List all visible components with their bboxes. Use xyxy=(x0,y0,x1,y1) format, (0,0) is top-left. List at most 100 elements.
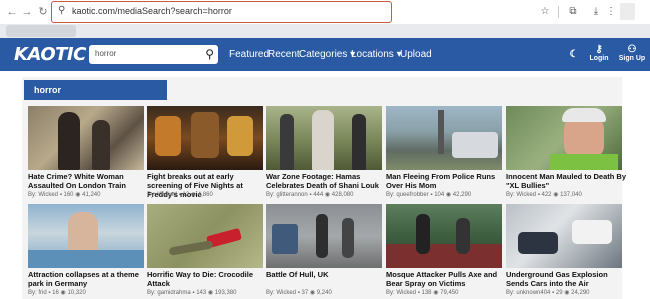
section-header: horror xyxy=(24,80,167,100)
nav-recent[interactable]: Recent xyxy=(268,49,300,60)
site-info-icon[interactable]: ⚲ xyxy=(58,5,65,16)
url-text: kaotic.com/mediaSearch?search=horror xyxy=(72,6,232,16)
add-user-icon: ⚇ xyxy=(627,44,637,55)
video-author[interactable]: glitterannon xyxy=(276,192,307,198)
video-meta: By: Wicked ▪ 37 ◉ 9,240 xyxy=(266,290,332,296)
comment-icon: ▪ xyxy=(552,290,555,296)
video-author[interactable]: unknown404 xyxy=(516,290,550,296)
video-meta: By: glitterannon ▪ 444 ◉ 428,080 xyxy=(266,192,354,198)
comment-count: 104 xyxy=(434,192,445,198)
site-logo[interactable]: KAOTIC xyxy=(14,43,86,66)
search-query: horror xyxy=(95,49,117,58)
view-count: 42,290 xyxy=(452,192,472,198)
video-thumbnail[interactable] xyxy=(266,204,382,268)
video-title[interactable]: Attraction collapses at a theme park in … xyxy=(28,270,148,288)
profile-icon[interactable] xyxy=(620,3,635,20)
views-icon: ◉ xyxy=(433,290,439,296)
comment-count: 29 xyxy=(555,290,563,296)
bookmark-item[interactable] xyxy=(6,25,76,37)
reload-icon[interactable]: ↻ xyxy=(36,4,50,20)
video-thumbnail[interactable] xyxy=(386,106,502,170)
video-title[interactable]: Battle Of Hull, UK xyxy=(266,270,386,279)
search-input[interactable]: horror ⚲ xyxy=(89,45,218,64)
video-title[interactable]: Innocent Man Mauled to Death By "XL Bull… xyxy=(506,172,626,190)
comment-icon: ▪ xyxy=(309,192,312,198)
nav-featured[interactable]: Featured xyxy=(229,49,269,60)
views-icon: ◉ xyxy=(309,290,316,296)
video-author[interactable]: Wicked xyxy=(38,192,58,198)
view-count: 10,320 xyxy=(67,290,86,296)
menu-icon[interactable]: ⋮ xyxy=(604,4,618,20)
video-author[interactable]: Wicked xyxy=(276,290,296,296)
views-icon: ◉ xyxy=(207,290,214,296)
user-icon: ⚷ xyxy=(595,44,603,55)
video-thumbnail[interactable] xyxy=(506,204,622,268)
video-thumbnail[interactable] xyxy=(147,204,263,268)
nav-upload[interactable]: Upload xyxy=(400,49,432,60)
video-thumbnail[interactable] xyxy=(28,204,144,268)
views-icon: ◉ xyxy=(445,192,452,198)
section-title: horror xyxy=(34,85,61,95)
video-title[interactable]: Man Fleeing From Police Runs Over His Mo… xyxy=(386,172,506,190)
dark-mode-icon[interactable]: ☾ xyxy=(567,49,581,60)
video-meta: By: gamidrahma ▪ 143 ◉ 193,380 xyxy=(147,290,237,296)
extensions-icon[interactable]: ⧉ xyxy=(566,4,580,20)
comment-icon: ▪ xyxy=(192,290,195,296)
video-title[interactable]: Underground Gas Explosion Sends Cars int… xyxy=(506,270,626,288)
comment-count: 422 xyxy=(541,192,552,198)
view-count: 79,450 xyxy=(440,290,459,296)
comment-count: 160 xyxy=(63,192,74,198)
comment-icon: ▪ xyxy=(178,192,181,198)
views-icon: ◉ xyxy=(190,192,197,198)
comment-icon: ▪ xyxy=(417,290,420,296)
video-meta: By: Wicked ▪ 422 ◉ 137,040 xyxy=(506,192,582,198)
comment-icon: ▪ xyxy=(59,192,62,198)
nav-locations[interactable]: Locations ▾ xyxy=(351,49,402,60)
back-icon[interactable]: ← xyxy=(5,4,19,20)
toolbar-divider xyxy=(558,6,559,18)
bookmark-star-icon[interactable]: ☆ xyxy=(538,4,552,20)
video-title[interactable]: War Zone Footage: Hamas Celebrates Death… xyxy=(266,172,386,190)
video-meta: By: Wicked ▪ 138 ◉ 79,450 xyxy=(386,290,459,296)
video-thumbnail[interactable] xyxy=(28,106,144,170)
video-author[interactable]: queefrobber xyxy=(396,192,428,198)
address-bar[interactable]: ⚲ kaotic.com/mediaSearch?search=horror xyxy=(51,1,392,23)
comment-count: 143 xyxy=(196,290,207,296)
bookmarks-bar xyxy=(0,24,650,38)
video-thumbnail[interactable] xyxy=(386,204,502,268)
comment-count: 37 xyxy=(301,290,309,296)
view-count: 428,080 xyxy=(331,192,354,198)
site-header: KAOTIC horror ⚲ Featured Recent Categori… xyxy=(0,38,650,71)
comment-count: 138 xyxy=(421,290,432,296)
views-icon: ◉ xyxy=(75,192,81,198)
comment-count: 444 xyxy=(313,192,324,198)
video-title[interactable]: Hate Crime? White Woman Assaulted On Lon… xyxy=(28,172,148,190)
video-author[interactable]: frid xyxy=(38,290,46,296)
video-meta: By: Wicked ▪ 160 ◉ 41,240 xyxy=(28,192,101,198)
video-thumbnail[interactable] xyxy=(266,106,382,170)
views-icon: ◉ xyxy=(60,290,66,296)
forward-icon[interactable]: → xyxy=(20,4,34,20)
comment-icon: ▪ xyxy=(297,290,300,296)
video-meta: By: frid ▪ 16 ◉ 10,320 xyxy=(28,290,86,296)
comment-icon: ▪ xyxy=(430,192,433,198)
video-title[interactable]: Horrific Way to Die: Crocodile Attack xyxy=(147,270,267,288)
video-meta: By: queefrobber ▪ 104 ◉ 42,290 xyxy=(386,192,472,198)
search-icon[interactable]: ⚲ xyxy=(205,47,214,61)
views-icon: ◉ xyxy=(324,192,331,198)
video-thumbnail[interactable] xyxy=(506,106,622,170)
video-author[interactable]: Wicked xyxy=(516,192,536,198)
video-author[interactable]: Wicked xyxy=(396,290,416,296)
logo-text: KAOTIC xyxy=(14,44,86,65)
view-count: 193,380 xyxy=(214,290,237,296)
comment-count: 16 xyxy=(52,290,59,296)
video-thumbnail[interactable] xyxy=(147,106,263,170)
comment-icon: ▪ xyxy=(537,192,540,198)
download-icon[interactable]: ⤓ xyxy=(589,4,603,20)
signup-button[interactable]: ⚇ Sign Up xyxy=(617,44,647,62)
video-author[interactable]: gamidrahma xyxy=(157,290,190,296)
video-title[interactable]: Mosque Attacker Pulls Axe and Bear Spray… xyxy=(386,270,506,288)
video-author[interactable]: Wicked xyxy=(157,192,177,198)
login-button[interactable]: ⚷ Login xyxy=(588,44,610,62)
nav-categories[interactable]: Categories ▾ xyxy=(299,49,355,60)
